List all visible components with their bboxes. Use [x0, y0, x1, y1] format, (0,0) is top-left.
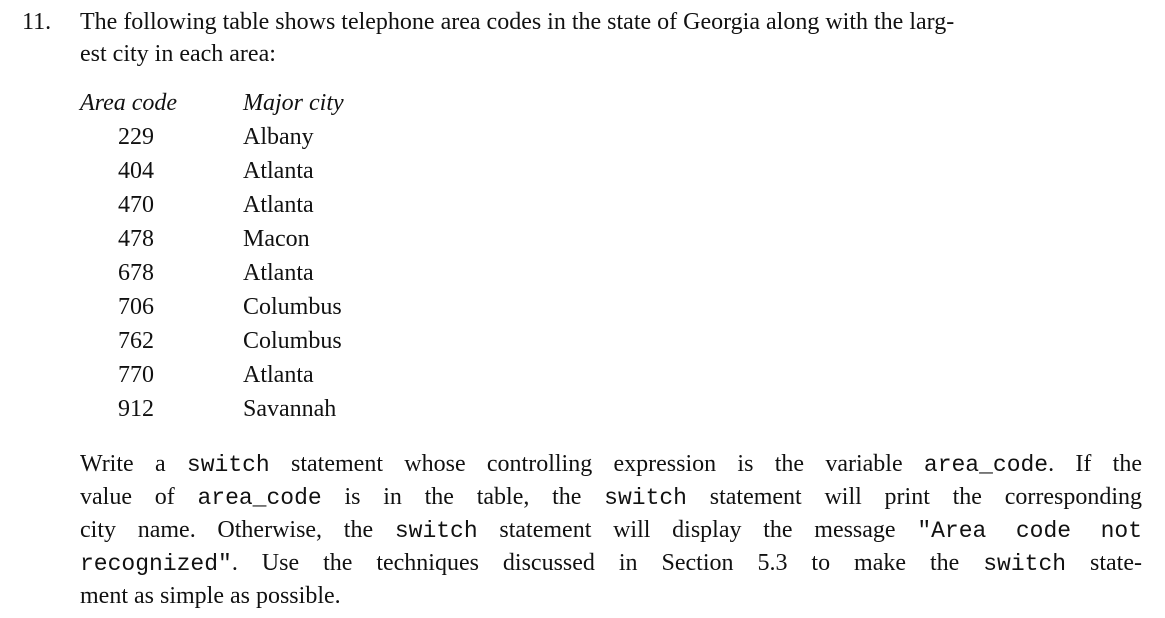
code-keyword: switch [394, 518, 478, 544]
exercise-number: 11. [22, 9, 52, 35]
header-major-city: Major city [243, 90, 344, 116]
intro-line-1: The following table shows telephone area… [80, 9, 955, 35]
paragraph-line-4: recognized". Use the techniques discusse… [80, 547, 1142, 580]
instructions-paragraph: Write a switch statement whose controlli… [80, 448, 1142, 612]
text-run: state- [1066, 550, 1142, 576]
city-cell: Macon [243, 226, 310, 252]
city-cell: Atlanta [243, 192, 314, 218]
text-run: statement will display the message [477, 517, 918, 543]
city-cell: Atlanta [243, 362, 314, 388]
city-cell: Atlanta [243, 260, 314, 286]
area-code-cell: 770 [118, 362, 154, 388]
code-variable: area_code [197, 485, 322, 511]
paragraph-line-3: city name. Otherwise, the switch stateme… [80, 514, 1142, 547]
city-cell: Atlanta [243, 158, 314, 184]
code-string: "Area code not [917, 518, 1143, 544]
city-cell: Columbus [243, 328, 342, 354]
code-keyword: switch [186, 452, 270, 478]
exercise-page: 11. The following table shows telephone … [0, 0, 1165, 618]
text-run: ment as simple as possible. [80, 583, 341, 609]
text-run: Write a [80, 451, 187, 477]
area-code-cell: 404 [118, 158, 154, 184]
area-code-cell: 706 [118, 294, 154, 320]
area-code-cell: 478 [118, 226, 154, 252]
exercise-intro: The following table shows telephone area… [80, 6, 1140, 70]
area-code-cell: 470 [118, 192, 154, 218]
paragraph-line-5: ment as simple as possible. [80, 580, 1142, 612]
city-cell: Albany [243, 124, 314, 150]
city-cell: Savannah [243, 396, 337, 422]
area-code-cell: 678 [118, 260, 154, 286]
code-variable: area_code [923, 452, 1049, 478]
area-code-cell: 229 [118, 124, 154, 150]
text-run: statement will print the corresponding [687, 484, 1142, 510]
code-keyword: switch [604, 485, 687, 511]
area-code-cell: 912 [118, 396, 154, 422]
code-string: recognized" [80, 551, 232, 577]
area-code-cell: 762 [118, 328, 154, 354]
header-area-code: Area code [80, 90, 178, 116]
intro-line-2: est city in each area: [80, 41, 276, 67]
paragraph-line-1: Write a switch statement whose controlli… [80, 448, 1142, 481]
paragraph-line-2: value of area_code is in the table, the … [80, 481, 1142, 514]
text-run: . Use the techniques discussed in Sectio… [231, 550, 984, 576]
text-run: statement whose controlling expression i… [269, 451, 924, 477]
text-run: value of [80, 484, 198, 510]
text-run: city name. Otherwise, the [80, 517, 395, 543]
text-run: . If the [1048, 451, 1142, 477]
city-cell: Columbus [243, 294, 342, 320]
text-run: is in the table, the [321, 484, 605, 510]
code-keyword: switch [983, 551, 1067, 577]
